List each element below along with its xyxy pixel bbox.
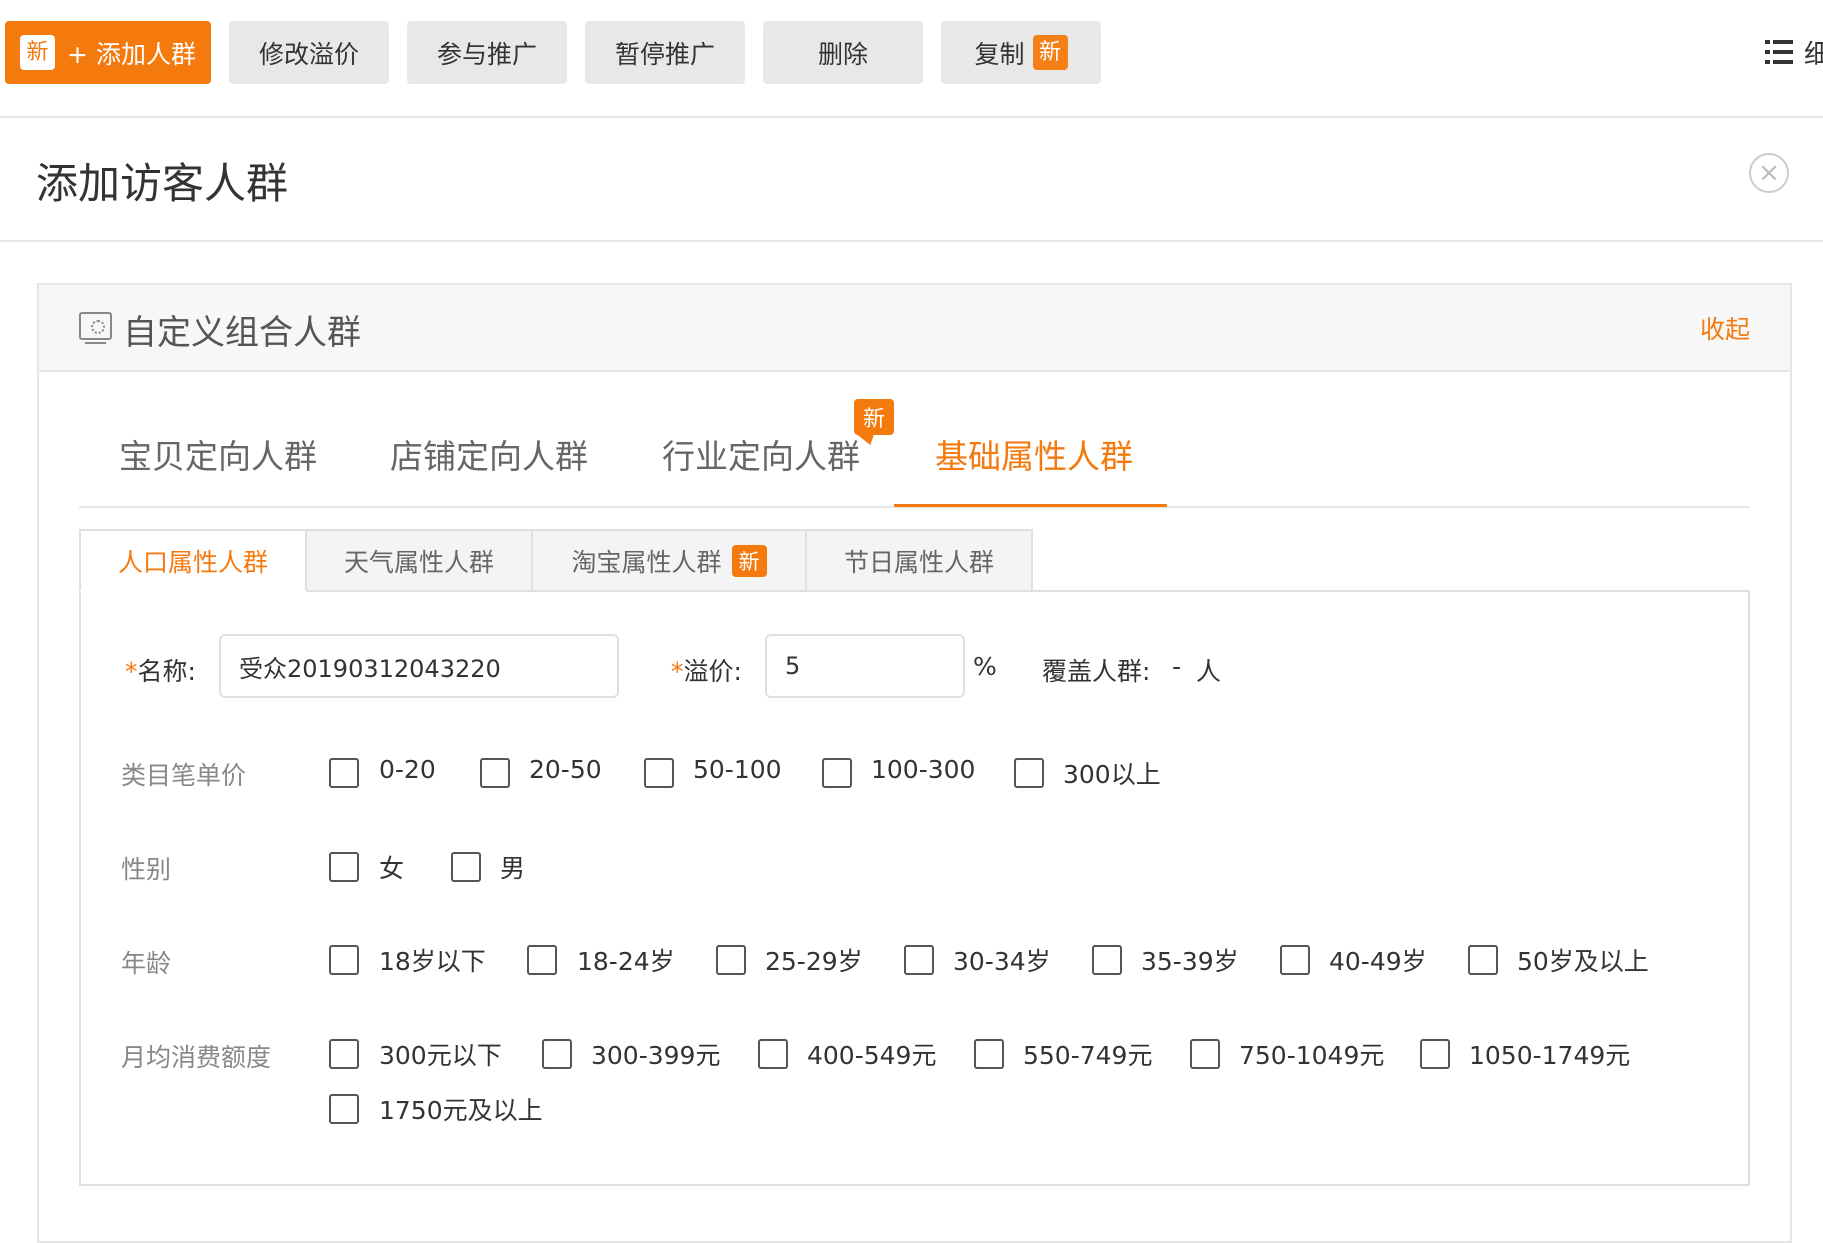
join-promotion-button[interactable]: 参与推广 [407,21,567,84]
add-audience-button[interactable]: 新 + 添加人群 [5,21,211,84]
spend-filter-label: 月均消费额度 [121,1043,272,1072]
new-badge: 新 [20,35,56,70]
age-30-34-checkbox[interactable] [904,945,934,975]
coverage-label: 覆盖人群: [1042,657,1151,686]
price-100-300-label: 100-300 [871,755,976,784]
age-40-49-checkbox[interactable] [1280,945,1310,975]
spend-400-549-checkbox[interactable] [758,1039,788,1069]
price-300-plus-label: 300以上 [1063,760,1161,789]
panel-title: 自定义组合人群 [123,313,361,353]
premium-input[interactable] [765,634,965,698]
price-100-300-checkbox[interactable] [822,758,852,788]
spend-750-1049-checkbox[interactable] [1190,1039,1220,1069]
age-25-29-checkbox[interactable] [716,945,746,975]
copy-label: 复制 [974,39,1025,69]
age-under-18-checkbox[interactable] [329,945,359,975]
age-30-34-label: 30-34岁 [953,947,1051,976]
spend-1050-1749-label: 1050-1749元 [1469,1041,1631,1070]
spend-1050-1749-checkbox[interactable] [1420,1039,1450,1069]
spend-300-399-checkbox[interactable] [542,1039,572,1069]
delete-button[interactable]: 删除 [763,21,923,84]
gender-male-checkbox[interactable] [451,852,481,882]
pause-promotion-button[interactable]: 暂停推广 [585,21,745,84]
tab-industry-targeting[interactable]: 行业定向人群 [662,430,860,478]
price-50-100-checkbox[interactable] [644,758,674,788]
age-under-18-label: 18岁以下 [379,947,486,976]
spend-under-300-checkbox[interactable] [329,1039,359,1069]
age-25-29-label: 25-29岁 [765,947,863,976]
title-divider [0,240,1823,242]
coverage-unit: 人 [1196,657,1222,686]
modify-premium-button[interactable]: 修改溢价 [229,21,389,84]
monitor-icon [79,312,112,344]
industry-new-badge: 新 [854,399,894,435]
age-40-49-label: 40-49岁 [1329,947,1427,976]
subtab-taobao-label: 淘宝属性人群 [571,547,722,577]
add-audience-label: + 添加人群 [67,39,196,69]
price-20-50-checkbox[interactable] [480,758,510,788]
copy-new-badge: 新 [1032,35,1068,70]
taobao-new-badge: 新 [731,544,767,577]
spend-550-749-label: 550-749元 [1023,1041,1153,1070]
gender-male-label: 男 [500,854,526,883]
age-50-plus-checkbox[interactable] [1468,945,1498,975]
age-18-24-label: 18-24岁 [577,947,675,976]
list-view-icon[interactable] [1765,40,1793,64]
age-18-24-checkbox[interactable] [527,945,557,975]
price-filter-label: 类目笔单价 [121,761,247,790]
price-300-plus-checkbox[interactable] [1014,758,1044,788]
gender-filter-label: 性别 [121,855,172,884]
tab-basic-attributes[interactable]: 基础属性人群 [935,430,1133,478]
name-input[interactable] [219,634,619,698]
subtab-weather[interactable]: 天气属性人群 [305,529,533,592]
tab-item-targeting[interactable]: 宝贝定向人群 [119,430,317,478]
collapse-link[interactable]: 收起 [1700,310,1750,346]
age-35-39-label: 35-39岁 [1141,947,1239,976]
panel-header: 自定义组合人群 收起 [39,285,1790,372]
dialog-title: 添加访客人群 [36,159,289,208]
spend-550-749-checkbox[interactable] [974,1039,1004,1069]
tab-store-targeting[interactable]: 店铺定向人群 [390,430,588,478]
toolbar: 新 + 添加人群 修改溢价 参与推广 暂停推广 删除 复制 新 细 [0,0,1823,118]
price-50-100-label: 50-100 [693,755,782,784]
premium-label: *溢价: [671,657,742,686]
age-50-plus-label: 50岁及以上 [1517,947,1649,976]
age-filter-label: 年龄 [121,949,172,978]
gender-female-checkbox[interactable] [329,852,359,882]
copy-button[interactable]: 复制 新 [941,21,1101,84]
price-0-20-checkbox[interactable] [329,758,359,788]
subtab-demographic[interactable]: 人口属性人群 [79,529,307,592]
price-0-20-label: 0-20 [379,755,436,784]
age-35-39-checkbox[interactable] [1092,945,1122,975]
subtab-holiday[interactable]: 节日属性人群 [805,529,1033,592]
spend-300-399-label: 300-399元 [591,1041,721,1070]
close-icon[interactable]: × [1749,153,1789,193]
gender-female-label: 女 [379,854,405,883]
subtab-taobao[interactable]: 淘宝属性人群 新 [531,529,807,592]
name-label: *名称: [125,657,196,686]
detail-view-label[interactable]: 细 [1804,34,1823,71]
price-20-50-label: 20-50 [529,755,602,784]
coverage-value: - [1172,652,1182,681]
spend-400-549-label: 400-549元 [807,1041,937,1070]
spend-under-300-label: 300元以下 [379,1041,502,1070]
premium-unit: % [973,652,997,681]
spend-1750-plus-label: 1750元及以上 [379,1096,543,1125]
spend-750-1049-label: 750-1049元 [1239,1041,1385,1070]
spend-1750-plus-checkbox[interactable] [329,1094,359,1124]
active-tab-underline [894,504,1167,507]
